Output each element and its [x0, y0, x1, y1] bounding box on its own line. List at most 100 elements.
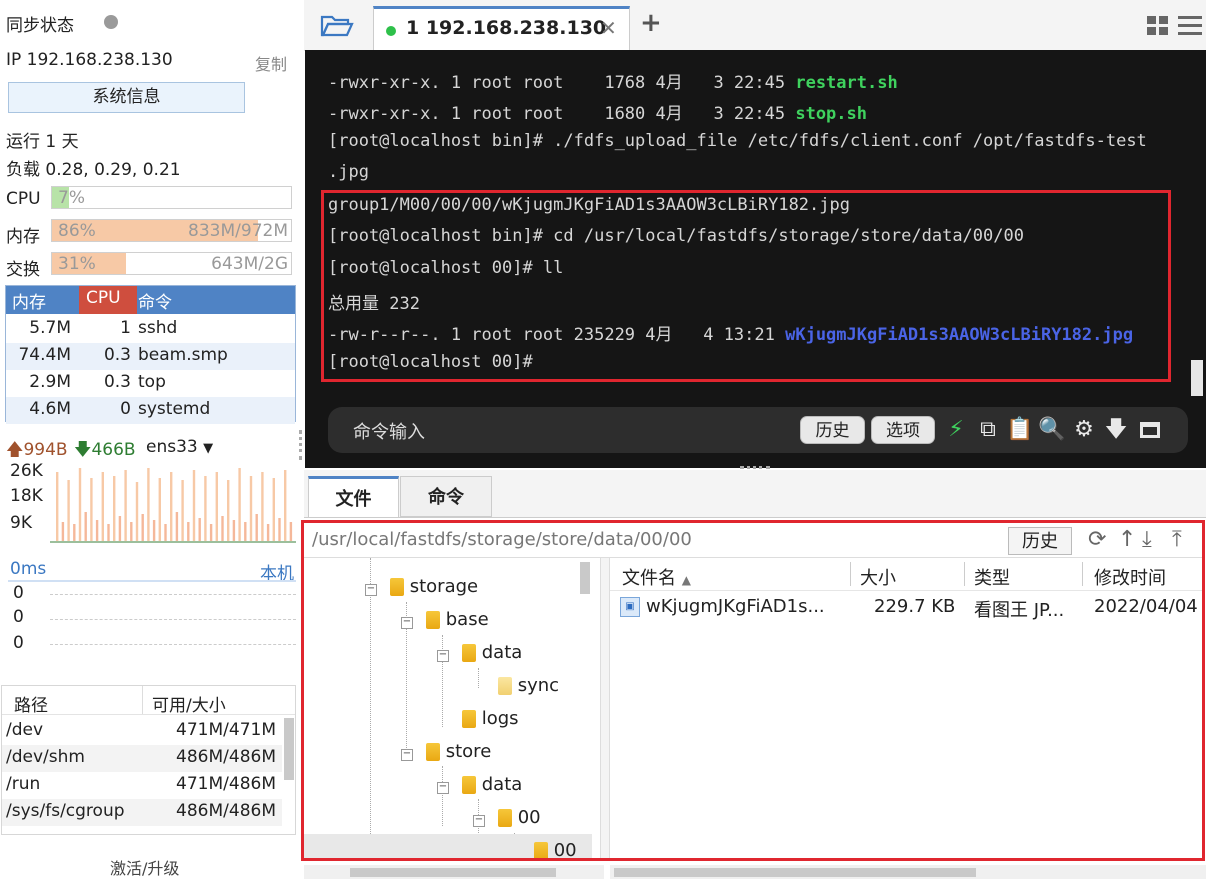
traffic-bar: [101, 472, 104, 542]
network-traffic-graph: [50, 468, 296, 543]
menu-icon[interactable]: [1178, 16, 1202, 36]
terminal-line: -rwxr-xr-x. 1 root root 1768 4月 3 22:45 …: [328, 68, 898, 93]
tree-node-base[interactable]: base: [426, 609, 489, 630]
terminal-scrollbar[interactable]: [1191, 360, 1203, 396]
command-input[interactable]: 命令输入: [353, 418, 425, 444]
system-info-button[interactable]: 系统信息: [8, 82, 245, 113]
terminal[interactable]: -rwxr-xr-x. 1 root root 1768 4月 3 22:45 …: [305, 50, 1206, 468]
refresh-icon[interactable]: ⟳: [1088, 527, 1106, 552]
col-header-filename[interactable]: 文件名 ▲: [622, 564, 691, 590]
col-header-size[interactable]: 可用/大小: [152, 691, 226, 716]
copy-icon[interactable]: ⧉: [974, 416, 1002, 444]
col-header-mtime[interactable]: 修改时间: [1094, 564, 1166, 590]
search-icon[interactable]: 🔍: [1038, 416, 1066, 444]
col-header-path[interactable]: 路径: [14, 691, 48, 716]
traffic-bar: [170, 472, 173, 542]
col-header-cpu[interactable]: CPU: [86, 288, 121, 308]
new-tab-button[interactable]: +: [640, 8, 662, 38]
col-header-mem[interactable]: 内存: [12, 288, 46, 313]
disk-row[interactable]: /dev 471M/471M: [2, 718, 282, 745]
tree-node-storage[interactable]: storage: [390, 576, 478, 597]
process-row[interactable]: 5.7M 1 sshd: [6, 316, 295, 343]
grid-layout-icon[interactable]: [1147, 16, 1169, 36]
maximize-icon[interactable]: [1136, 416, 1164, 444]
command-options-button[interactable]: 选项: [871, 416, 935, 444]
collapse-icon[interactable]: −: [365, 584, 377, 596]
close-tab-icon[interactable]: ✕: [600, 16, 617, 40]
disk-scrollbar[interactable]: [284, 718, 294, 780]
file-list-header: 文件名 ▲ 大小 类型 修改时间: [610, 558, 1202, 591]
process-command: top: [138, 372, 166, 392]
tree-h-scrollbar[interactable]: [350, 868, 556, 877]
arrow-down-icon[interactable]: 🡇: [1102, 416, 1130, 444]
traffic-bar: [113, 476, 116, 542]
col-header-command[interactable]: 命令: [138, 288, 172, 313]
paste-icon[interactable]: 📋: [1006, 416, 1034, 444]
traffic-bar: [255, 514, 258, 542]
traffic-bar: [67, 480, 70, 542]
command-input-bar[interactable]: 命令输入 历史 选项 ⚡ ⧉ 📋 🔍 ⚙ 🡇: [328, 407, 1188, 453]
mem-bar: 86% 833M/972M: [51, 219, 292, 242]
download-icon[interactable]: ⤓: [1142, 527, 1152, 552]
tree-node-data[interactable]: data: [462, 774, 522, 795]
latency-label: 0ms: [10, 559, 47, 579]
file-list[interactable]: 文件名 ▲ 大小 类型 修改时间 ▣ wKjugmJKgFiAD1s... 22…: [610, 558, 1202, 858]
tree-node-sync[interactable]: sync: [498, 675, 559, 696]
process-row[interactable]: 2.9M 0.3 top: [6, 370, 295, 397]
traffic-bar: [249, 476, 253, 542]
upload-icon[interactable]: ⤒: [1172, 527, 1182, 552]
collapse-icon[interactable]: −: [437, 782, 449, 794]
tree-node-store[interactable]: store: [426, 741, 491, 762]
collapse-icon[interactable]: −: [401, 617, 413, 629]
path-input[interactable]: /usr/local/fastdfs/storage/store/data/00…: [312, 529, 692, 550]
session-tab-active[interactable]: 1 192.168.238.130 ✕: [373, 6, 630, 50]
process-row[interactable]: 74.4M 0.3 beam.smp: [6, 343, 295, 370]
disk-path: /dev/shm: [6, 747, 85, 767]
col-header-type[interactable]: 类型: [974, 564, 1010, 590]
path-history-button[interactable]: 历史: [1008, 527, 1072, 555]
tree-node-data[interactable]: data: [462, 642, 522, 663]
net-interface-select[interactable]: ens33 ▼: [146, 437, 213, 457]
tree-node-logs[interactable]: logs: [462, 708, 519, 729]
tree-file-splitter[interactable]: [600, 558, 610, 858]
col-header-size[interactable]: 大小: [860, 564, 896, 590]
gear-icon[interactable]: ⚙: [1070, 416, 1098, 444]
collapse-icon[interactable]: −: [473, 815, 485, 827]
load-average: 负载 0.28, 0.29, 0.21: [6, 160, 181, 180]
activate-upgrade-link[interactable]: 激活/升级: [110, 855, 179, 879]
disk-row[interactable]: /sys/fs/cgroup 486M/486M: [2, 799, 282, 826]
tab-commands[interactable]: 命令: [400, 476, 492, 517]
copy-ip-button[interactable]: 复制: [255, 51, 287, 75]
parent-dir-icon[interactable]: ↑: [1118, 527, 1136, 552]
tab-files[interactable]: 文件: [308, 476, 399, 517]
col-header-filename-label: 文件名: [622, 568, 676, 589]
process-row[interactable]: 4.6M 0 systemd: [6, 397, 295, 424]
folder-icon: [462, 776, 476, 794]
tree-node-00[interactable]: 00: [498, 807, 541, 828]
terminal-line-text: -rwxr-xr-x. 1 root root 1768 4月 3 22:45: [328, 73, 796, 93]
tree-node-00-selected[interactable]: 00: [534, 840, 577, 858]
disk-row[interactable]: /run 471M/486M: [2, 772, 282, 799]
directory-tree[interactable]: − storage − base − data sync logs − stor…: [304, 558, 592, 858]
swap-label: 交换: [6, 260, 40, 280]
net-tick-1: 26K: [10, 461, 43, 481]
lightning-icon[interactable]: ⚡: [942, 416, 970, 444]
traffic-bar: [56, 472, 59, 542]
latency-value: 0: [13, 633, 24, 653]
terminal-panel-splitter[interactable]: [740, 466, 770, 473]
command-history-button[interactable]: 历史: [800, 416, 865, 444]
file-row[interactable]: ▣ wKjugmJKgFiAD1s... 229.7 KB 看图王 JP... …: [610, 594, 1202, 622]
collapse-icon[interactable]: −: [437, 650, 449, 662]
cpu-label: CPU: [6, 189, 41, 209]
disk-row[interactable]: /dev/shm 486M/486M: [2, 745, 282, 772]
file-type: 看图王 JP...: [974, 600, 1065, 621]
open-folder-icon[interactable]: [320, 13, 354, 37]
collapse-icon[interactable]: −: [401, 749, 413, 761]
traffic-bar: [187, 522, 190, 542]
tree-scrollbar[interactable]: [580, 562, 590, 594]
traffic-bar: [261, 472, 264, 542]
terminal-line-text: .jpg: [328, 162, 369, 182]
disk-size: 471M/471M: [176, 720, 276, 740]
traffic-bar: [278, 518, 281, 542]
file-h-scrollbar[interactable]: [614, 868, 976, 877]
